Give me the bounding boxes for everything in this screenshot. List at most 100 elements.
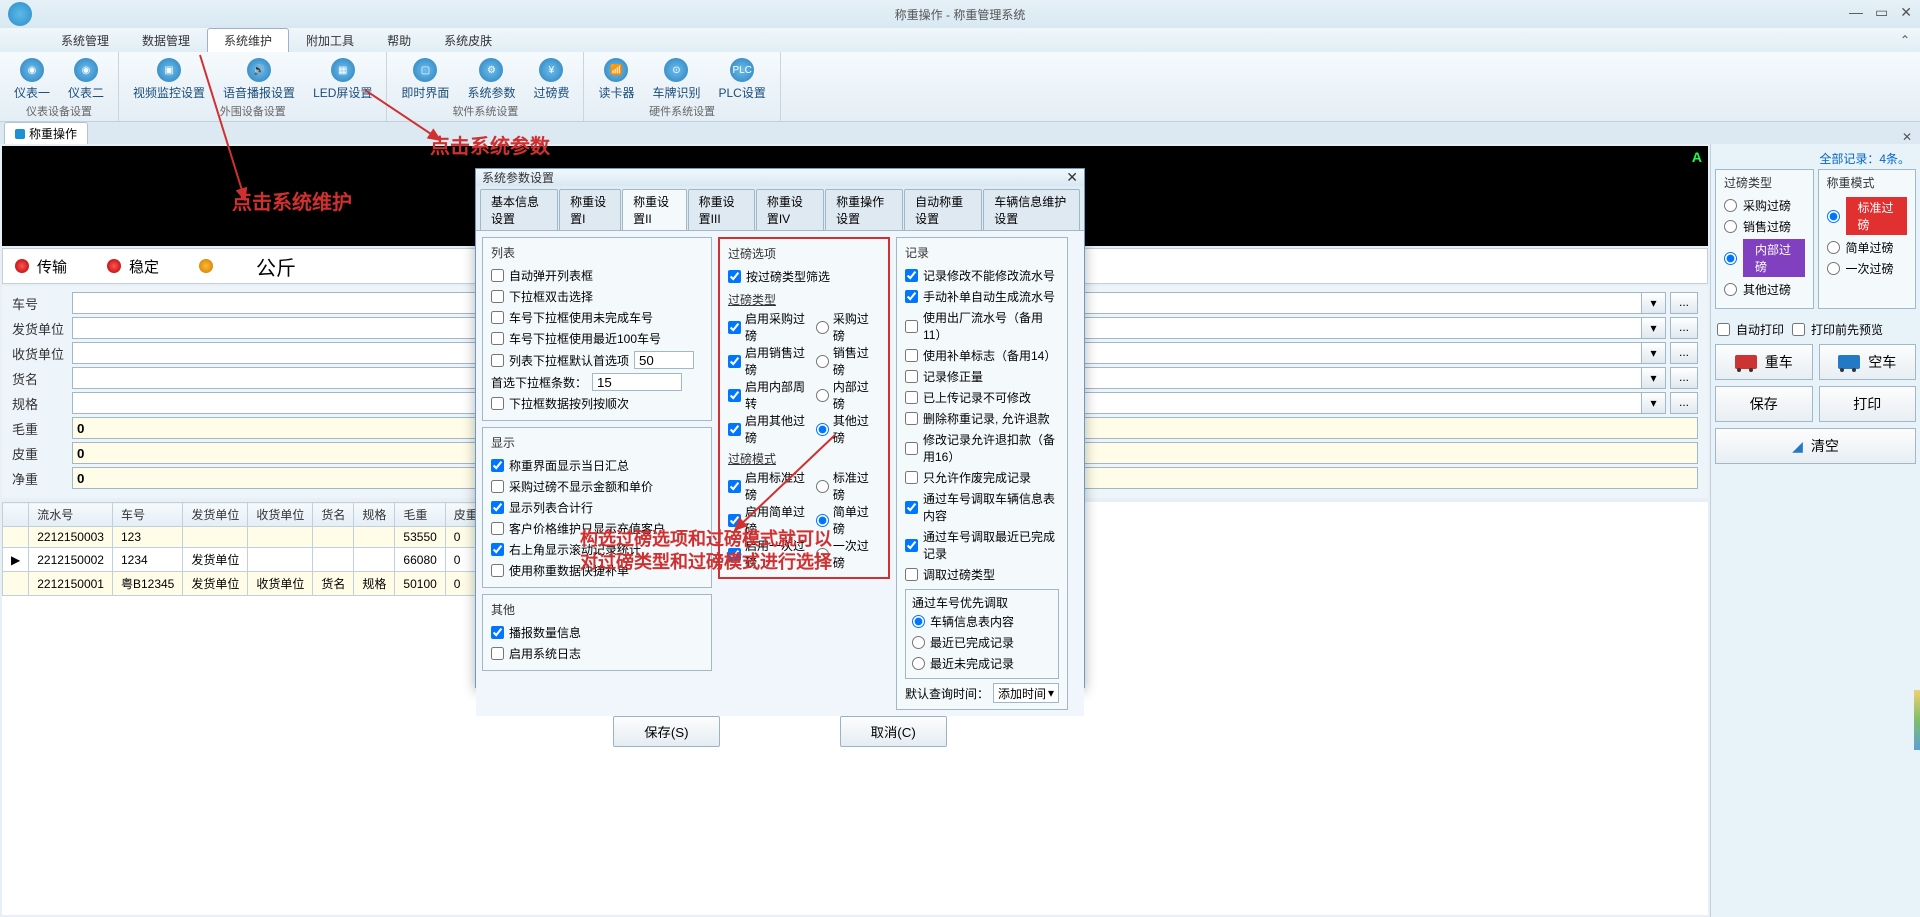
rad-internal[interactable]: 内部过磅 xyxy=(816,378,880,412)
time-dropdown[interactable]: 添加时间▾ xyxy=(993,683,1059,703)
grid-header[interactable]: 货名 xyxy=(313,503,354,527)
chk-syslog[interactable]: 启用系统日志 xyxy=(491,643,703,664)
chk-r10[interactable]: 通过车号调取车辆信息表内容 xyxy=(905,488,1059,526)
grid-header[interactable] xyxy=(3,503,29,527)
rad-p1[interactable]: 车辆信息表内容 xyxy=(912,611,1052,632)
radio-once[interactable]: 一次过磅 xyxy=(1827,258,1908,279)
btn-heavy-truck[interactable]: 重车 xyxy=(1715,344,1813,380)
ribbon-meter2[interactable]: ◉仪表二 xyxy=(62,56,110,103)
dropdown-icon[interactable]: ▾ xyxy=(1642,317,1666,339)
ribbon-plate[interactable]: ⊙车牌识别 xyxy=(646,56,706,103)
dialog-tab-6[interactable]: 自动称重设置 xyxy=(904,189,982,230)
chk-enable-sale[interactable]: 启用销售过磅 xyxy=(728,344,816,378)
btn-clear[interactable]: ◢清空 xyxy=(1715,428,1916,464)
grid-header[interactable]: 收货单位 xyxy=(248,503,313,527)
chk-col-order[interactable]: 下拉框数据按列按顺次 xyxy=(491,393,703,414)
radio-other[interactable]: 其他过磅 xyxy=(1724,279,1805,300)
radio-sale[interactable]: 销售过磅 xyxy=(1724,216,1805,237)
chk-enable-internal[interactable]: 启用内部周转 xyxy=(728,378,816,412)
chk-recent100[interactable]: 车号下拉框使用最近100车号 xyxy=(491,328,703,349)
table-row[interactable]: 2212150001粤B12345发货单位收货单位货名规格501000 xyxy=(3,572,516,596)
chk-enable-once[interactable]: 启用一次过磅 xyxy=(728,537,816,571)
ribbon-meter1[interactable]: ◉仪表一 xyxy=(8,56,56,103)
dialog-tab-2[interactable]: 称重设置II xyxy=(622,189,687,231)
chk-r6[interactable]: 已上传记录不可修改 xyxy=(905,387,1059,408)
dialog-close-icon[interactable]: ✕ xyxy=(1066,169,1078,186)
chk-r2[interactable]: 手动补单自动生成流水号 xyxy=(905,286,1059,307)
chk-daily-sum[interactable]: 称重界面显示当日汇总 xyxy=(491,455,703,476)
dialog-save-button[interactable]: 保存(S) xyxy=(613,716,719,747)
rad-p2[interactable]: 最近已完成记录 xyxy=(912,632,1052,653)
browse-button[interactable]: ... xyxy=(1670,392,1698,414)
rad-p3[interactable]: 最近未完成记录 xyxy=(912,653,1052,674)
dropdown-icon[interactable]: ▾ xyxy=(1642,392,1666,414)
chk-recharge-only[interactable]: 客户价格维护只显示充值客户 xyxy=(491,518,703,539)
table-row[interactable]: 2212150003123535500 xyxy=(3,527,516,548)
chk-default-first[interactable] xyxy=(491,354,504,367)
ribbon-video[interactable]: ▣视频监控设置 xyxy=(127,56,211,103)
menu-system-mgmt[interactable]: 系统管理 xyxy=(45,29,125,52)
menu-skin[interactable]: 系统皮肤 xyxy=(428,29,508,52)
browse-button[interactable]: ... xyxy=(1670,317,1698,339)
maximize-icon[interactable]: ▭ xyxy=(1875,4,1888,21)
dropdown-icon[interactable]: ▾ xyxy=(1642,367,1666,389)
dialog-titlebar[interactable]: 系统参数设置 ✕ xyxy=(476,169,1084,186)
radio-standard[interactable]: 标准过磅 xyxy=(1827,195,1908,237)
menu-help[interactable]: 帮助 xyxy=(371,29,427,52)
rad-standard[interactable]: 标准过磅 xyxy=(816,469,880,503)
chk-enable-other[interactable]: 启用其他过磅 xyxy=(728,412,816,446)
chk-scroll-stats[interactable]: 右上角显示滚动记录统计 xyxy=(491,539,703,560)
chk-r12[interactable]: 调取过磅类型 xyxy=(905,564,1059,585)
chk-hide-amount[interactable]: 采购过磅不显示金额和单价 xyxy=(491,476,703,497)
grid-header[interactable]: 车号 xyxy=(112,503,182,527)
dialog-tab-7[interactable]: 车辆信息维护设置 xyxy=(983,189,1080,230)
minimize-icon[interactable]: — xyxy=(1849,4,1863,21)
browse-button[interactable]: ... xyxy=(1670,367,1698,389)
chk-preview[interactable]: 打印前先预览 xyxy=(1792,319,1883,340)
chk-autopop[interactable]: 自动弹开列表框 xyxy=(491,265,703,286)
input-default-first[interactable] xyxy=(634,351,694,369)
rad-other[interactable]: 其他过磅 xyxy=(816,412,880,446)
tab-close-icon[interactable]: ✕ xyxy=(1902,130,1912,144)
ribbon-led[interactable]: ▦LED屏设置 xyxy=(307,56,378,103)
chk-filter-by-type[interactable]: 按过磅类型筛选 xyxy=(728,266,880,287)
chk-r11[interactable]: 通过车号调取最近已完成记录 xyxy=(905,526,1059,564)
dialog-cancel-button[interactable]: 取消(C) xyxy=(840,716,947,747)
rad-once[interactable]: 一次过磅 xyxy=(816,537,880,571)
dialog-tab-5[interactable]: 称重操作设置 xyxy=(825,189,903,230)
btn-save[interactable]: 保存 xyxy=(1715,386,1813,422)
chk-enable-purchase[interactable]: 启用采购过磅 xyxy=(728,310,816,344)
ribbon-plc[interactable]: PLCPLC设置 xyxy=(713,56,772,103)
grid-header[interactable]: 规格 xyxy=(354,503,395,527)
rad-sale[interactable]: 销售过磅 xyxy=(816,344,880,378)
chk-autoprint[interactable]: 自动打印 xyxy=(1717,319,1784,340)
chk-enable-standard[interactable]: 启用标准过磅 xyxy=(728,469,816,503)
dropdown-icon[interactable]: ▾ xyxy=(1642,292,1666,314)
menu-addon-tools[interactable]: 附加工具 xyxy=(290,29,370,52)
table-row[interactable]: ▶22121500021234发货单位660800 xyxy=(3,548,516,572)
grid-header[interactable]: 毛重 xyxy=(395,503,445,527)
btn-empty-truck[interactable]: 空车 xyxy=(1819,344,1917,380)
ribbon-params[interactable]: ⚙系统参数 xyxy=(461,56,521,103)
ribbon-instant[interactable]: ▢即时界面 xyxy=(395,56,455,103)
input-dropdown-count[interactable] xyxy=(592,373,682,391)
chk-quick-fill[interactable]: 使用称重数据快捷补单 xyxy=(491,560,703,581)
radio-internal[interactable]: 内部过磅 xyxy=(1724,237,1805,279)
ribbon-collapse-icon[interactable]: ⌃ xyxy=(1900,33,1910,47)
chk-r1[interactable]: 记录修改不能修改流水号 xyxy=(905,265,1059,286)
dialog-tab-1[interactable]: 称重设置I xyxy=(559,189,621,230)
records-count-link[interactable]: 全部记录：4条。 xyxy=(1715,148,1916,169)
dialog-tab-4[interactable]: 称重设置IV xyxy=(756,189,824,230)
menu-system-maint[interactable]: 系统维护 xyxy=(207,28,289,52)
chk-enable-simple[interactable]: 启用简单过磅 xyxy=(728,503,816,537)
dialog-tab-0[interactable]: 基本信息设置 xyxy=(480,189,558,230)
chk-dblclick[interactable]: 下拉框双击选择 xyxy=(491,286,703,307)
radio-simple[interactable]: 简单过磅 xyxy=(1827,237,1908,258)
ribbon-fee[interactable]: ¥过磅费 xyxy=(527,56,575,103)
btn-print[interactable]: 打印 xyxy=(1819,386,1917,422)
chk-r8[interactable]: 修改记录允许退扣款（备用16） xyxy=(905,429,1059,467)
ribbon-reader[interactable]: 📶读卡器 xyxy=(592,56,640,103)
chk-r5[interactable]: 记录修正量 xyxy=(905,366,1059,387)
close-icon[interactable]: ✕ xyxy=(1900,4,1912,21)
menu-data-mgmt[interactable]: 数据管理 xyxy=(126,29,206,52)
